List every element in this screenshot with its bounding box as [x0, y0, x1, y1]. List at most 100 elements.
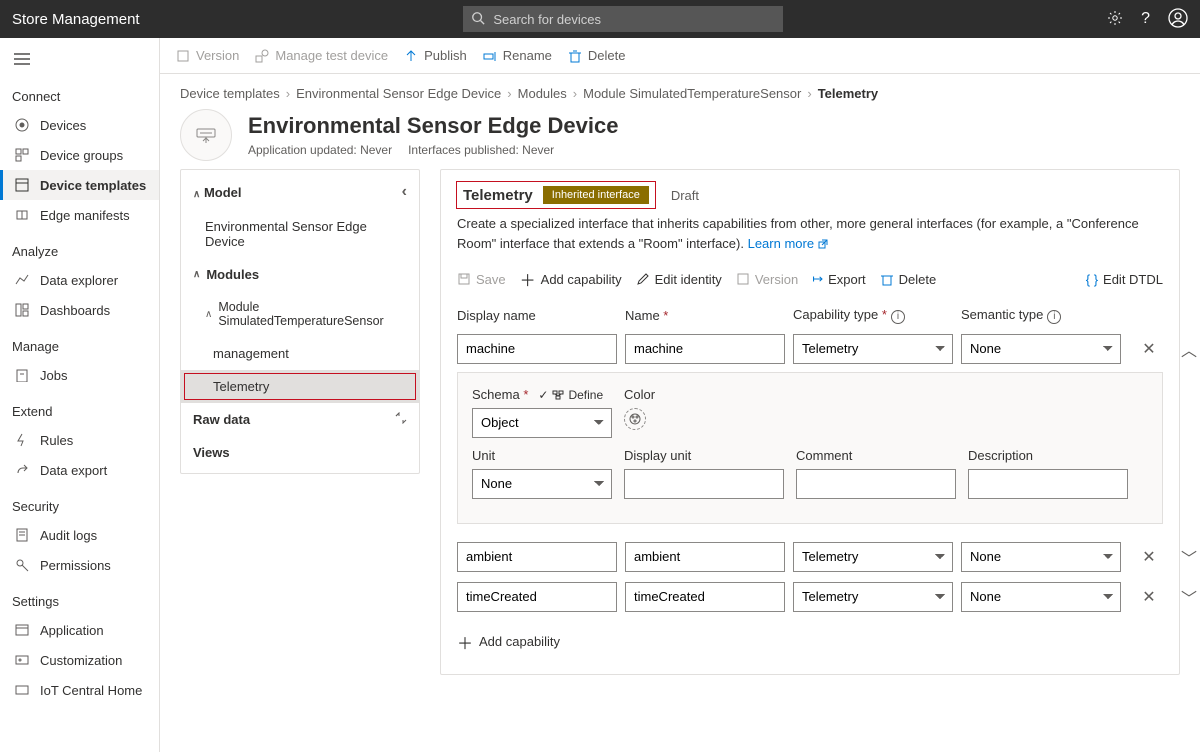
capability-type-select[interactable]: Telemetry — [793, 542, 953, 572]
name-input[interactable] — [625, 542, 785, 572]
settings-icon[interactable] — [1107, 10, 1123, 29]
tree-label: Module SimulatedTemperatureSensor — [218, 300, 407, 328]
capability-row: Telemetry None ✕ ︿ — [457, 334, 1163, 364]
expand-row-icon[interactable]: ﹀ — [1177, 585, 1200, 609]
tree-panel: ∧ Model‹ Environmental Sensor Edge Devic… — [180, 169, 420, 474]
tree-node-esed[interactable]: Environmental Sensor Edge Device — [181, 210, 419, 258]
sidenav-item-customization[interactable]: Customization — [0, 645, 159, 675]
learn-more-link[interactable]: Learn more — [748, 236, 828, 251]
sidenav-section-extend: Extend — [0, 398, 159, 425]
tbtn-add-capability[interactable]: ＋Add capability — [520, 267, 622, 291]
device-template-icon — [180, 109, 232, 161]
sidenav-item-iot-central-home[interactable]: IoT Central Home — [0, 675, 159, 705]
semantic-type-select[interactable]: None — [961, 542, 1121, 572]
sidenav-item-edge-manifests[interactable]: Edge manifests — [0, 200, 159, 230]
display-unit-input[interactable] — [624, 469, 784, 499]
name-input[interactable] — [625, 582, 785, 612]
tbtn-delete[interactable]: Delete — [880, 272, 937, 287]
crumb-1[interactable]: Environmental Sensor Edge Device — [296, 86, 501, 101]
sidenav-item-data-explorer[interactable]: Data explorer — [0, 265, 159, 295]
panel-title: Telemetry — [463, 187, 533, 204]
color-label: Color — [624, 387, 784, 402]
unit-label: Unit — [472, 448, 612, 463]
hamburger-icon[interactable] — [0, 46, 159, 75]
tree-panel-wrap: ∧ Model‹ Environmental Sensor Edge Devic… — [180, 169, 420, 474]
data-export-icon — [14, 462, 30, 478]
cmd-version[interactable]: Version — [176, 48, 239, 63]
meta-app-updated: Application updated: Never — [248, 143, 392, 157]
name-input[interactable] — [625, 334, 785, 364]
capability-row: Telemetry None ✕ ﹀ — [457, 582, 1163, 612]
crumb-3[interactable]: Module SimulatedTemperatureSensor — [583, 86, 801, 101]
sidenav-item-device-templates[interactable]: Device templates — [0, 170, 159, 200]
account-icon[interactable] — [1168, 8, 1188, 31]
cmd-manage-test-device[interactable]: Manage test device — [255, 48, 388, 63]
sidenav-label: Data explorer — [40, 273, 118, 288]
semantic-type-select[interactable]: None — [961, 582, 1121, 612]
tree-node-modules[interactable]: ∧ Modules — [181, 258, 419, 291]
grid-header: Display name Name Capability typei Seman… — [457, 307, 1163, 324]
info-icon[interactable]: i — [891, 310, 905, 324]
cmd-label: Rename — [503, 48, 552, 63]
color-picker[interactable] — [624, 408, 646, 430]
cmd-delete[interactable]: Delete — [568, 48, 626, 63]
capability-type-select[interactable]: Telemetry — [793, 582, 953, 612]
search-input[interactable] — [463, 6, 783, 32]
sidenav-item-jobs[interactable]: Jobs — [0, 360, 159, 390]
crumb-0[interactable]: Device templates — [180, 86, 280, 101]
remove-capability-icon[interactable]: ✕ — [1129, 547, 1169, 567]
description-input[interactable] — [968, 469, 1128, 499]
crumb-2[interactable]: Modules — [518, 86, 567, 101]
cmd-label: Delete — [588, 48, 626, 63]
collapse-row-icon[interactable]: ︿ — [1177, 337, 1200, 361]
data-explorer-icon — [14, 272, 30, 288]
schema-select[interactable]: Object — [472, 408, 612, 438]
tree-node-management[interactable]: management — [181, 337, 419, 370]
dashboards-icon — [14, 302, 30, 318]
rules-icon — [14, 432, 30, 448]
define-link[interactable]: ✓ Define — [538, 388, 603, 402]
expand-icon[interactable] — [395, 412, 407, 427]
sidenav-item-application[interactable]: Application — [0, 615, 159, 645]
display-name-input[interactable] — [457, 334, 617, 364]
capability-type-select[interactable]: Telemetry — [793, 334, 953, 364]
topbar-actions: ? — [1107, 8, 1188, 31]
permissions-icon — [14, 557, 30, 573]
sidenav-section-connect: Connect — [0, 83, 159, 110]
tbtn-version[interactable]: Version — [736, 272, 798, 287]
tree-node-telemetry[interactable]: Telemetry — [181, 370, 419, 403]
sidenav-item-rules[interactable]: Rules — [0, 425, 159, 455]
remove-capability-icon[interactable]: ✕ — [1129, 587, 1169, 607]
sidenav-item-devices[interactable]: Devices — [0, 110, 159, 140]
info-icon[interactable]: i — [1047, 310, 1061, 324]
semantic-type-select[interactable]: None — [961, 334, 1121, 364]
tree-node-raw-data[interactable]: Raw data — [181, 403, 419, 436]
tree-label: Raw data — [193, 412, 250, 427]
unit-select[interactable]: None — [472, 469, 612, 499]
add-capability-button[interactable]: ＋Add capability — [457, 630, 1163, 654]
help-icon[interactable]: ? — [1141, 10, 1150, 28]
display-name-input[interactable] — [457, 582, 617, 612]
tbtn-edit-identity[interactable]: Edit identity — [636, 272, 722, 287]
cmd-rename[interactable]: Rename — [483, 48, 552, 63]
display-name-input[interactable] — [457, 542, 617, 572]
expand-row-icon[interactable]: ﹀ — [1177, 545, 1200, 569]
sidenav-item-audit-logs[interactable]: Audit logs — [0, 520, 159, 550]
cmd-publish[interactable]: Publish — [404, 48, 467, 63]
edge-manifests-icon — [14, 207, 30, 223]
tree-node-views[interactable]: Views — [181, 436, 419, 469]
sidenav-section-manage: Manage — [0, 333, 159, 360]
tree-node-module-sts[interactable]: ∧ Module SimulatedTemperatureSensor — [181, 291, 419, 337]
tbtn-edit-dtdl[interactable]: { } Edit DTDL — [1086, 272, 1163, 287]
sidenav-item-data-export[interactable]: Data export — [0, 455, 159, 485]
sidenav-item-dashboards[interactable]: Dashboards — [0, 295, 159, 325]
tbtn-export[interactable]: ↦Export — [812, 271, 865, 287]
comment-input[interactable] — [796, 469, 956, 499]
sidenav-item-device-groups[interactable]: Device groups — [0, 140, 159, 170]
remove-capability-icon[interactable]: ✕ — [1129, 339, 1169, 359]
tbtn-save[interactable]: Save — [457, 272, 506, 287]
chevron-left-icon[interactable]: ‹ — [402, 183, 407, 201]
sidenav-item-permissions[interactable]: Permissions — [0, 550, 159, 580]
tree-node-model[interactable]: ∧ Model‹ — [181, 174, 419, 210]
tree-label: Model — [204, 185, 242, 200]
